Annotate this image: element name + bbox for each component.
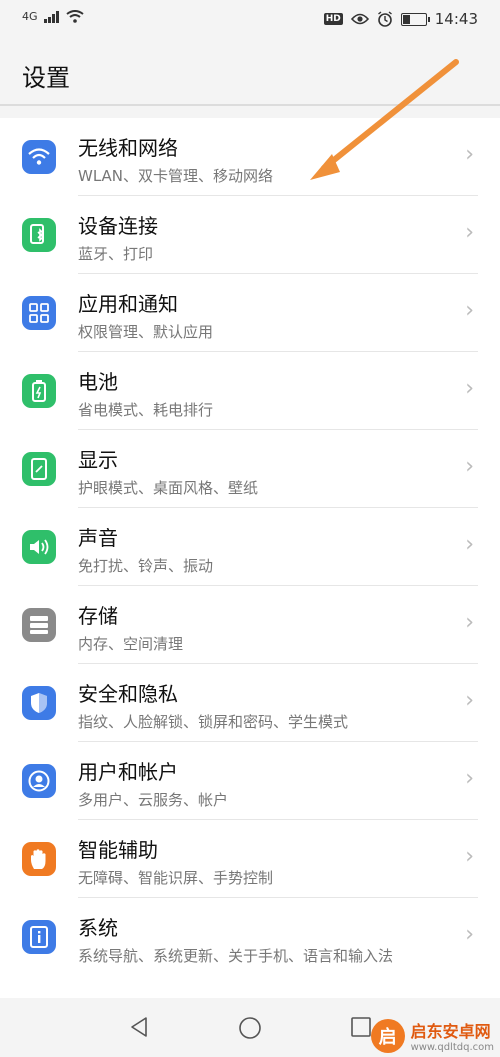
settings-item[interactable]: 安全和隐私指纹、人脸解锁、锁屏和密码、学生模式 › (0, 664, 500, 742)
hd-badge: HD (323, 13, 343, 25)
status-left: 4G (22, 10, 84, 23)
settings-item-label: 安全和隐私 (78, 682, 178, 706)
settings-item[interactable]: 无线和网络 WLAN、双卡管理、移动网络 › (0, 118, 500, 196)
settings-item-label: 用户和帐户 (78, 760, 178, 784)
watermark-title: 启东安卓网 (410, 1022, 491, 1041)
speaker-icon (22, 530, 56, 564)
watermark-url: www.qdltdq.com (410, 1042, 494, 1053)
wifi-icon (22, 140, 56, 174)
chevron-right-icon: › (465, 766, 474, 791)
device-connect-icon (22, 218, 56, 252)
battery-icon (22, 374, 56, 408)
settings-item-label: 声音 (78, 526, 118, 550)
settings-item-subtitle: 省电模式、耗电排行 (78, 401, 214, 419)
chevron-right-icon: › (465, 532, 474, 557)
settings-item-label: 显示 (78, 448, 118, 472)
apps-grid-icon (22, 296, 56, 330)
chevron-right-icon: › (465, 376, 474, 401)
settings-item-subtitle: 系统导航、系统更新、关于手机、语言和输入法 (78, 947, 394, 965)
settings-item-label: 电池 (78, 370, 118, 394)
settings-item-label: 存储 (78, 604, 118, 628)
display-icon (22, 452, 56, 486)
status-right: HD 14:43 (323, 10, 478, 28)
settings-item-label: 应用和通知 (78, 292, 178, 316)
header-divider (0, 104, 500, 106)
page-title: 设置 (22, 64, 70, 92)
settings-item[interactable]: 应用和通知权限管理、默认应用 › (0, 274, 500, 352)
shield-icon (22, 686, 56, 720)
settings-item-subtitle: 无障碍、智能识屏、手势控制 (78, 869, 274, 887)
settings-item[interactable]: 存储内存、空间清理 › (0, 586, 500, 664)
status-bar: 4G HD 14:43 (0, 0, 500, 44)
eye-icon (350, 13, 369, 25)
settings-item-subtitle: 多用户、云服务、帐户 (78, 791, 229, 809)
settings-item-subtitle: 指纹、人脸解锁、锁屏和密码、学生模式 (78, 713, 349, 731)
navigation-bar: 启 启东安卓网 www.qdltdq.com (0, 998, 500, 1057)
settings-item-subtitle: WLAN、双卡管理、移动网络 (78, 167, 274, 185)
settings-item[interactable]: 智能辅助无障碍、智能识屏、手势控制 › (0, 820, 500, 898)
settings-item-subtitle: 权限管理、默认应用 (78, 323, 214, 341)
back-icon[interactable] (128, 1016, 150, 1038)
settings-item-subtitle: 内存、空间清理 (78, 635, 184, 653)
chevron-right-icon: › (465, 688, 474, 713)
user-icon (22, 764, 56, 798)
signal-icon (43, 10, 59, 23)
settings-item[interactable]: 系统系统导航、系统更新、关于手机、语言和输入法 › (0, 898, 500, 976)
home-icon[interactable] (238, 1016, 262, 1040)
chevron-right-icon: › (465, 610, 474, 635)
settings-item[interactable]: 设备连接蓝牙、打印 › (0, 196, 500, 274)
settings-item[interactable]: 电池省电模式、耗电排行 › (0, 352, 500, 430)
alarm-icon (377, 11, 392, 27)
hand-icon (22, 842, 56, 876)
watermark-logo: 启 (370, 1018, 405, 1053)
settings-item-label: 无线和网络 (78, 136, 178, 160)
settings-item-subtitle: 护眼模式、桌面风格、壁纸 (78, 479, 259, 497)
settings-item[interactable]: 用户和帐户多用户、云服务、帐户 › (0, 742, 500, 820)
chevron-right-icon: › (465, 844, 474, 869)
system-info-icon (22, 920, 56, 954)
wifi-status-icon (65, 10, 84, 23)
chevron-right-icon: › (465, 220, 474, 245)
battery-status-icon (400, 12, 430, 26)
settings-item-label: 系统 (78, 916, 118, 940)
settings-item-subtitle: 免打扰、铃声、振动 (78, 557, 214, 575)
recents-icon[interactable] (350, 1016, 372, 1038)
chevron-right-icon: › (465, 142, 474, 167)
storage-icon (22, 608, 56, 642)
settings-item[interactable]: 声音免打扰、铃声、振动 › (0, 508, 500, 586)
chevron-right-icon: › (465, 454, 474, 479)
watermark: 启 启东安卓网 www.qdltdq.com (370, 1018, 494, 1053)
settings-item-label: 设备连接 (78, 214, 158, 238)
settings-item[interactable]: 显示护眼模式、桌面风格、壁纸 › (0, 430, 500, 508)
settings-list: 无线和网络 WLAN、双卡管理、移动网络 › 设备连接 蓝牙、打印 › 应用和通知 权限管理、… (0, 118, 500, 998)
chevron-right-icon: › (465, 922, 474, 947)
network-type: 4G (22, 10, 38, 23)
clock: 14:43 (434, 10, 478, 28)
settings-item-label: 智能辅助 (78, 838, 158, 862)
chevron-right-icon: › (465, 298, 474, 323)
settings-item-subtitle: 蓝牙、打印 (78, 245, 154, 263)
